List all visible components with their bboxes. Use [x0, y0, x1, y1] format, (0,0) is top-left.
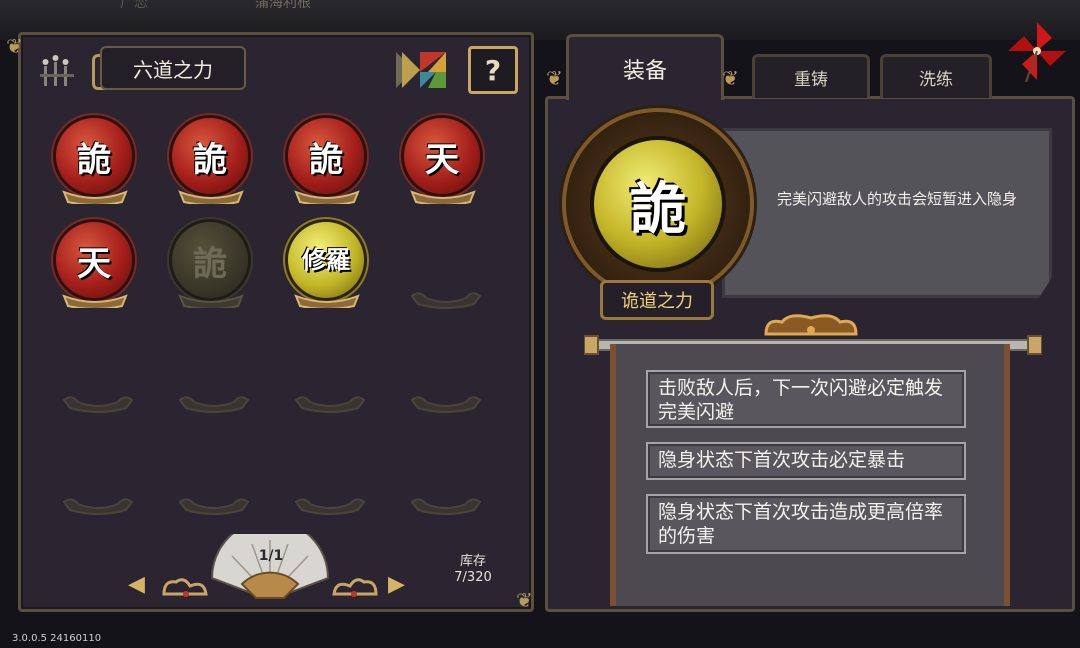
tab-reforge[interactable]: 重铸 [752, 54, 870, 98]
orb-icon: 天 [404, 118, 480, 194]
effect-item-1: 击败敌人后，下一次闪避必定触发完美闪避 [646, 370, 966, 428]
power-name: 诡道之力 [600, 280, 714, 320]
candle-stand-icon [40, 55, 74, 86]
orb-icon: 修羅 [288, 222, 364, 298]
tangram-icon[interactable] [396, 48, 448, 92]
next-page-button[interactable]: ▶ [388, 572, 405, 597]
effect-item-2: 隐身状态下首次攻击必定暴击 [646, 442, 966, 480]
orb-icon: 詭 [172, 118, 248, 194]
corner-ornament: ❦ [516, 588, 533, 612]
folding-fan-icon [210, 534, 330, 599]
background-text: 广恋 [120, 0, 148, 11]
stock-label: 库存 [459, 554, 486, 569]
empty-slot[interactable] [410, 288, 482, 310]
background-text: 蒲海利根 [255, 0, 311, 11]
stock-count: 7/320 [454, 570, 492, 585]
orb-stand-icon [62, 294, 128, 308]
orb-icon: 天 [56, 222, 132, 298]
tab-refine[interactable]: 洗练 [880, 54, 992, 98]
version-label: 3.0.0.5 24160110 [12, 633, 102, 644]
orb-stand-icon [62, 190, 128, 204]
empty-slot[interactable] [178, 392, 250, 414]
empty-slot[interactable] [62, 392, 134, 414]
power-slot-2[interactable]: 詭 [172, 118, 252, 218]
orb-icon: 詭 [288, 118, 364, 194]
empty-slot[interactable] [178, 494, 250, 516]
panel-title: 六道之力 [100, 46, 246, 90]
power-slot-5[interactable]: 天 [56, 222, 136, 322]
pinwheel-icon[interactable] [1006, 20, 1068, 82]
power-slot-7[interactable]: 修羅 [288, 222, 368, 322]
tab-ornament: ❦ [546, 66, 563, 90]
description-box [722, 128, 1052, 298]
orb-icon: 詭 [172, 222, 248, 298]
empty-slot[interactable] [62, 494, 134, 516]
page-indicator: 1/1 [258, 548, 284, 564]
orb-stand-icon [294, 190, 360, 204]
tab-ornament: ❦ [722, 66, 739, 90]
orb-stand-icon [178, 294, 244, 308]
orb-stand-icon [294, 294, 360, 308]
cloud-ornament-icon [332, 578, 378, 597]
help-button[interactable]: ? [468, 46, 518, 94]
prev-page-button[interactable]: ◀ [128, 572, 145, 597]
orb-icon: 詭 [56, 118, 132, 194]
empty-slot[interactable] [294, 392, 366, 414]
cloud-ornament-icon [162, 578, 208, 597]
tab-equip[interactable]: 装备 [566, 34, 724, 100]
power-description: 完美闪避敌人的攻击会短暂进入隐身 [776, 190, 1017, 208]
effect-item-3: 隐身状态下首次攻击造成更高倍率的伤害 [646, 494, 966, 554]
empty-slot[interactable] [294, 494, 366, 516]
selected-orb-icon: 詭 [594, 140, 722, 268]
power-slot-6[interactable]: 詭 [172, 222, 252, 322]
power-slot-1[interactable]: 詭 [56, 118, 136, 218]
power-slot-3[interactable]: 詭 [288, 118, 368, 218]
corner-ornament: ❦ [6, 34, 23, 58]
empty-slot[interactable] [410, 392, 482, 414]
power-slot-4[interactable]: 天 [404, 118, 484, 218]
orb-stand-icon [410, 190, 476, 204]
orb-stand-icon [178, 190, 244, 204]
empty-slot[interactable] [410, 494, 482, 516]
